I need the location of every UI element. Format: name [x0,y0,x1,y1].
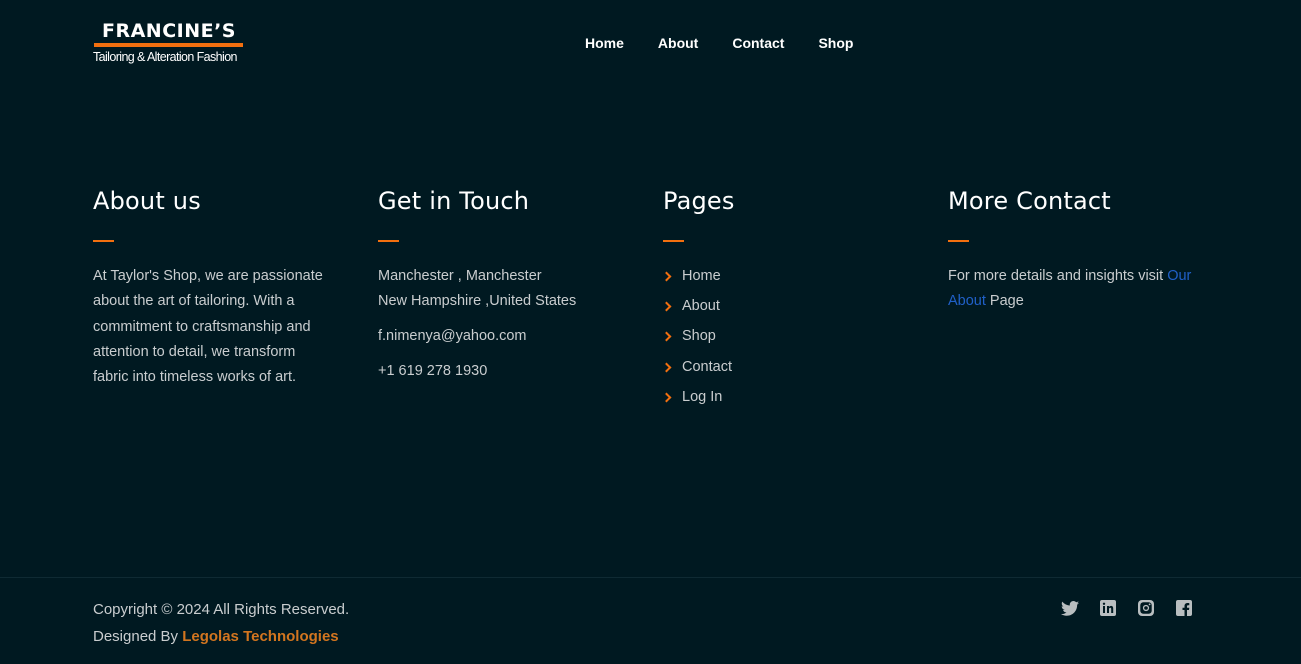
address-line1: Manchester , Manchester [378,268,542,284]
chevron-right-icon [661,392,672,403]
social-links [1061,599,1213,617]
pages-list: Home About Shop Contact Log In [661,259,923,415]
copyright-text: Copyright © 2024 All Rights Reserved. [93,601,350,618]
instagram-icon[interactable] [1137,599,1155,617]
more-contact-text-after: Page [985,293,1024,309]
about-accent [93,240,114,242]
chevron-right-icon [661,271,672,282]
chevron-right-icon [661,301,672,312]
about-title: About us [93,187,201,215]
about-text: At Taylor's Shop, we are passionate abou… [93,268,323,386]
more-contact-text: For more details and insights visit Our … [948,264,1208,314]
more-contact-title: More Contact [948,187,1111,215]
nav-contact[interactable]: Contact [732,34,784,52]
logo-tagline: Tailoring & Alteration Fashion [93,50,238,64]
pages-item-login[interactable]: Log In [661,380,923,415]
more-contact-text-before: For more details and insights visit [948,268,1168,284]
twitter-icon[interactable] [1061,599,1079,617]
copyright-block: Copyright © 2024 All Rights Reserved. De… [93,596,349,650]
logo-underline [94,43,243,47]
logo-name: FRANCINE’S [101,20,236,42]
contact-accent [378,240,399,242]
linkedin-icon[interactable] [1099,599,1117,617]
pages-link-contact[interactable]: Contact [682,355,732,380]
footer-divider [0,577,1301,578]
designed-by-label: Designed By [93,628,183,645]
pages-link-home[interactable]: Home [682,264,721,289]
pages-link-about[interactable]: About [682,294,720,319]
facebook-icon[interactable] [1175,599,1193,617]
pages-link-shop[interactable]: Shop [682,324,716,349]
nav-home[interactable]: Home [585,34,624,52]
pages-link-login[interactable]: Log In [682,385,722,410]
contact-email[interactable]: f.nimenya@yahoo.com [378,324,638,349]
contact-phone[interactable]: +1 619 278 1930 [378,359,638,384]
more-contact-section: More Contact For more details and insigh… [948,186,1208,314]
chevron-right-icon [661,332,672,342]
nav-shop[interactable]: Shop [818,34,853,52]
about-section: About us At Taylor's Shop, we are passio… [93,186,353,390]
designed-by-line: Designed By Legolas Technologies [93,623,349,650]
pages-title: Pages [663,187,735,215]
chevron-right-icon [661,362,672,373]
contact-title: Get in Touch [378,187,530,215]
pages-section: Pages Home About Shop Contact Log In [661,186,923,415]
logo[interactable]: FRANCINE’S Tailoring & Alteration Fashio… [93,20,245,64]
contact-section: Get in Touch Manchester , Manchester New… [378,186,638,384]
main-nav: Home About Contact Shop [585,34,887,52]
address-line2: New Hampshire ,United States [378,293,577,309]
pages-accent [663,240,684,242]
nav-about[interactable]: About [658,34,698,52]
more-contact-accent [948,240,969,242]
designer-link[interactable]: Legolas Technologies [182,628,338,645]
